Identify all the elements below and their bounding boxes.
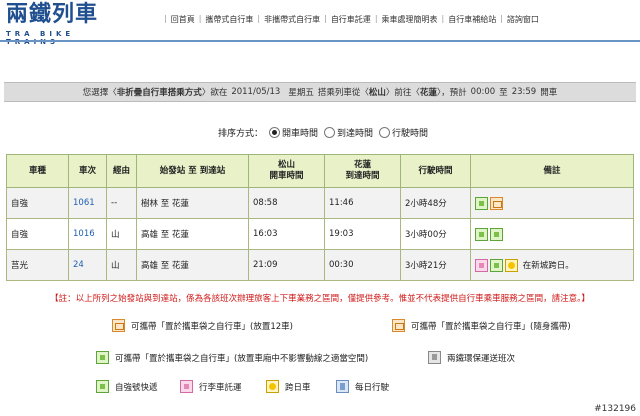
sort-options: 排序方式： 開車時間 到達時間 行駛時間: [218, 126, 428, 139]
cell-departure: 16:03: [248, 218, 325, 250]
logo-subtitle: TRA BIKE TRAINS: [6, 30, 75, 46]
query-summary: 您選擇〈 非折疊自行車搭乘方式 〉欲在 2011/05/13 星期五 搭乘列車從…: [4, 82, 636, 102]
col-no: 車次: [68, 154, 107, 188]
query-date: 2011/05/13: [231, 87, 281, 97]
legend-item: 可攜帶「置於攜車袋之自行車」(放置車廂中不影響動線之適當空間): [96, 351, 368, 364]
nav-supply-station[interactable]: 自行車補給站: [448, 14, 496, 25]
bike-bagged-12-icon: [112, 319, 125, 332]
cell-via: --: [106, 187, 137, 219]
cell-route: 樹林 至 花蓮: [136, 187, 249, 219]
train-number-link[interactable]: 1061: [73, 198, 95, 208]
cell-remark: [470, 218, 634, 250]
nav-portable-bike[interactable]: 攜帶式自行車: [205, 14, 253, 25]
query-from: 松山: [368, 88, 386, 98]
two-rail-ring-icon: [428, 351, 441, 364]
top-nav: | 回首頁 | 攜帶式自行車 | 非攜帶式自行車 | 自行車託運 | 乘車處理簡明表 | …: [164, 14, 539, 25]
legend-item: 可攜帶「置於攜車袋之自行車」(放置12車): [112, 319, 293, 332]
col-via: 經由: [106, 154, 137, 188]
col-route: 始發站 至 到達站: [136, 154, 249, 188]
table-row: 自強 1061 -- 樹林 至 花蓮 08:58 11:46 2小時48分: [6, 187, 634, 219]
cell-departure: 08:58: [248, 187, 325, 219]
cross-day-icon: [505, 258, 518, 272]
cross-day-icon: [266, 380, 279, 393]
cell-arrival: 19:03: [324, 218, 401, 250]
cell-type: 莒光: [6, 249, 69, 281]
cell-route: 高雄 至 花蓮: [136, 249, 249, 281]
sort-radio-duration[interactable]: [379, 127, 391, 138]
query-mode: 非折疊自行車搭乘方式: [116, 88, 202, 98]
cell-via: 山: [106, 249, 137, 281]
cell-remark: [470, 187, 634, 219]
train-number-link[interactable]: 24: [73, 260, 84, 270]
legend-item: 跨日車: [266, 380, 311, 393]
watermark: #132196: [594, 404, 636, 414]
tze-chiang-express-icon: [475, 227, 488, 241]
legend-item: 每日行駛: [336, 380, 389, 393]
bike-bagged-space-icon: [96, 351, 109, 364]
sort-label-arrival[interactable]: 到達時間: [337, 126, 373, 139]
cell-type: 自強: [6, 218, 69, 250]
cell-arrival: 11:46: [324, 187, 401, 219]
luggage-consign-icon: [475, 258, 488, 272]
legend-item: 可攜帶「置於攜車袋之自行車」(隨身攜帶): [392, 319, 571, 332]
query-weekday: 星期五: [288, 88, 314, 98]
cell-route: 高雄 至 花蓮: [136, 218, 249, 250]
query-time-to: 23:59: [511, 87, 537, 97]
query-to: 花蓮: [419, 88, 437, 98]
nav-bike-consign[interactable]: 自行車託運: [331, 14, 371, 25]
col-arrival: 花蓮 到達時間: [324, 154, 401, 188]
daily-service-icon: [336, 380, 349, 393]
legend-item: 自強號快遞: [96, 380, 158, 393]
bike-bagged-carry-icon: [392, 319, 405, 332]
bike-bagged-12-icon: [490, 196, 503, 210]
query-time-from: 00:00: [470, 87, 496, 97]
header-divider: [0, 40, 640, 42]
bike-bagged-space-icon: [490, 258, 503, 272]
train-number-link[interactable]: 1016: [73, 229, 95, 239]
sort-label-duration[interactable]: 行駛時間: [392, 126, 428, 139]
logo-title: 兩鐵列車: [6, 1, 99, 27]
table-row: 自強 1016 山 高雄 至 花蓮 16:03 19:03 3小時00分: [6, 218, 634, 250]
disclaimer-note: 【註：以上所列之始發站與到達站，係為各該班次辦理旅客上下車業務之區間，僅提供參考…: [50, 294, 590, 304]
sort-label: 排序方式：: [218, 129, 264, 139]
cell-duration: 2小時48分: [400, 187, 471, 219]
remark-text: 在新城跨日。: [522, 260, 574, 271]
nav-nonportable-bike[interactable]: 非攜帶式自行車: [264, 14, 320, 25]
cell-duration: 3小時00分: [400, 218, 471, 250]
col-departure: 松山 開車時間: [248, 154, 325, 188]
col-duration: 行駛時間: [400, 154, 471, 188]
nav-contact[interactable]: 諮詢窗口: [507, 14, 539, 25]
col-remark: 備註: [470, 154, 634, 188]
sort-radio-arrival[interactable]: [324, 127, 336, 138]
legend-item: 行李車託運: [180, 380, 242, 393]
cell-type: 自強: [6, 187, 69, 219]
col-type: 車種: [6, 154, 69, 188]
nav-home[interactable]: 回首頁: [171, 14, 195, 25]
cell-departure: 21:09: [248, 249, 325, 281]
tze-chiang-express-icon: [96, 380, 109, 393]
site-logo[interactable]: 兩鐵列車 TRA BIKE TRAINS: [6, 1, 116, 46]
cell-duration: 3小時21分: [400, 249, 471, 281]
train-table: 車種 車次 經由 始發站 至 到達站 松山 開車時間 花蓮 到達時間 行駛時間 備註…: [6, 154, 634, 281]
bike-bagged-space-icon: [490, 227, 503, 241]
cell-arrival: 00:30: [324, 249, 401, 281]
luggage-consign-icon: [180, 380, 193, 393]
sort-radio-departure[interactable]: [269, 127, 281, 138]
sort-label-departure[interactable]: 開車時間: [282, 126, 318, 139]
legend-item: 兩鐵環保運送班次: [428, 351, 515, 364]
table-row: 莒光 24 山 高雄 至 花蓮 21:09 00:30 3小時21分 在新城跨日…: [6, 249, 634, 281]
table-header-row: 車種 車次 經由 始發站 至 到達站 松山 開車時間 花蓮 到達時間 行駛時間 備註: [6, 154, 634, 188]
nav-handling-table[interactable]: 乘車處理簡明表: [382, 14, 438, 25]
cell-via: 山: [106, 218, 137, 250]
bike-bagged-space-icon: [475, 196, 488, 210]
cell-remark: 在新城跨日。: [470, 249, 634, 281]
